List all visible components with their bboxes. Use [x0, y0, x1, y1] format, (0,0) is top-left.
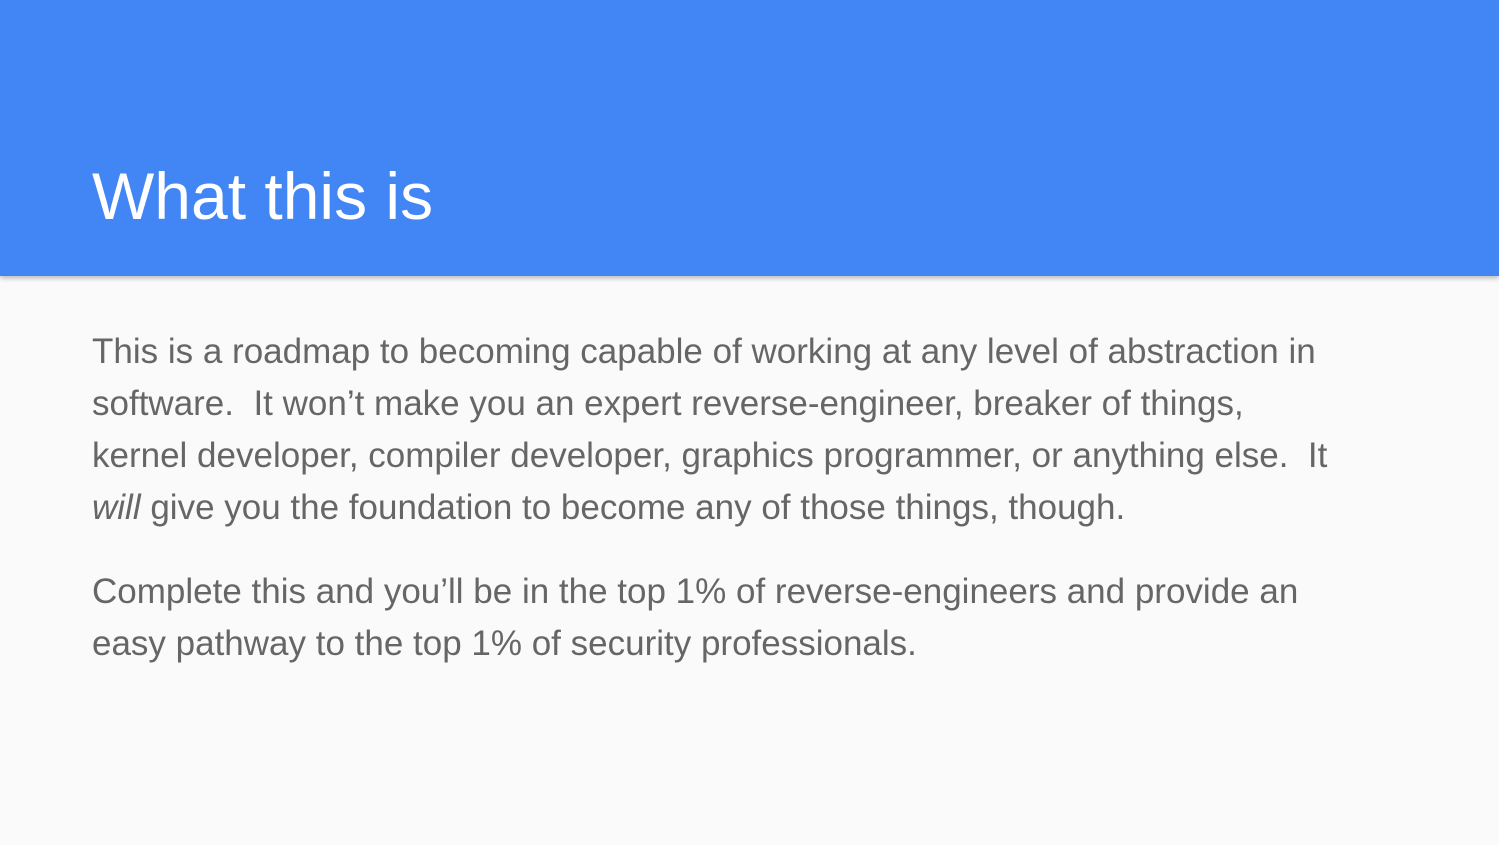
body-paragraph-1: This is a roadmap to becoming capable of… — [92, 326, 1432, 534]
paragraph-1-line-4-text: give you the foundation to become any of… — [140, 488, 1126, 527]
paragraph-1-line-2: software. It won’t make you an expert re… — [92, 384, 1244, 423]
paragraph-2-line-1: Complete this and you’ll be in the top 1… — [92, 572, 1299, 611]
slide-title: What this is — [92, 159, 434, 233]
paragraph-2-line-2: easy pathway to the top 1% of security p… — [92, 624, 917, 663]
slide: What this is This is a roadmap to becomi… — [0, 0, 1499, 845]
body-paragraph-2: Complete this and you’ll be in the top 1… — [92, 566, 1432, 670]
slide-body: This is a roadmap to becoming capable of… — [92, 326, 1432, 670]
emphasized-word: will — [92, 488, 141, 527]
title-banner: What this is — [0, 0, 1499, 276]
paragraph-1-line-4: will give you the foundation to become a… — [92, 482, 1432, 534]
paragraph-1-line-1: This is a roadmap to becoming capable of… — [92, 332, 1316, 371]
paragraph-1-line-3: kernel developer, compiler developer, gr… — [92, 436, 1328, 475]
